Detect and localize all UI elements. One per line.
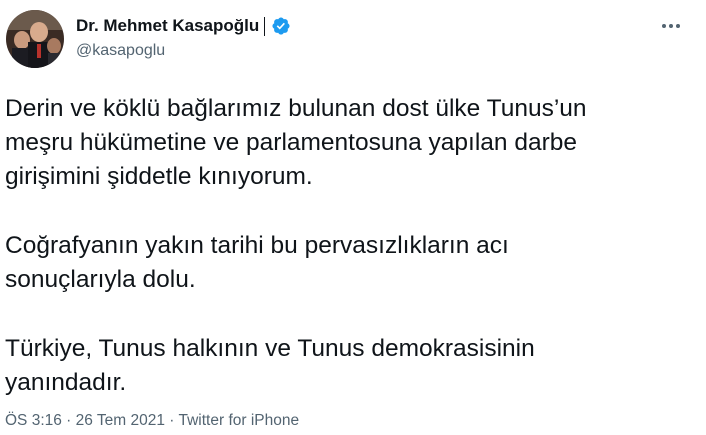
meta-separator: · [61, 412, 76, 429]
author-name-row: Dr. Mehmet Kasapoğlu [76, 15, 291, 37]
tweet-paragraph: Derin ve köklü bağlarımız bulunan dost ü… [5, 95, 587, 190]
verified-badge-icon [272, 17, 290, 35]
avatar[interactable] [6, 10, 64, 68]
more-dot [662, 24, 666, 28]
tweet-time[interactable]: ÖS 3:16 [5, 412, 62, 429]
tweet-metadata: ÖS 3:16 · 26 Tem 2021 · Twitter for iPho… [5, 412, 299, 430]
tweet-paragraph: Coğrafyanın yakın tarihi bu pervasızlıkl… [5, 232, 509, 293]
more-dot [676, 24, 680, 28]
more-dot [669, 24, 673, 28]
tweet-date[interactable]: 26 Tem 2021 [76, 412, 165, 429]
meta-separator: · [165, 412, 179, 429]
profile-photo-icon [6, 10, 64, 68]
tweet-paragraph: Türkiye, Tunus halkının ve Tunus demokra… [5, 335, 535, 396]
author-handle[interactable]: @kasapoglu [76, 42, 165, 60]
tweet-card: Dr. Mehmet Kasapoğlu @kasapoglu Derin ve… [0, 0, 706, 431]
tweet-source-link[interactable]: Twitter for iPhone [179, 412, 300, 429]
text-cursor [264, 16, 266, 36]
more-options-icon[interactable] [660, 18, 682, 34]
author-display-name[interactable]: Dr. Mehmet Kasapoğlu [76, 16, 259, 36]
tweet-text: Derin ve köklü bağlarımız bulunan dost ü… [5, 92, 695, 435]
